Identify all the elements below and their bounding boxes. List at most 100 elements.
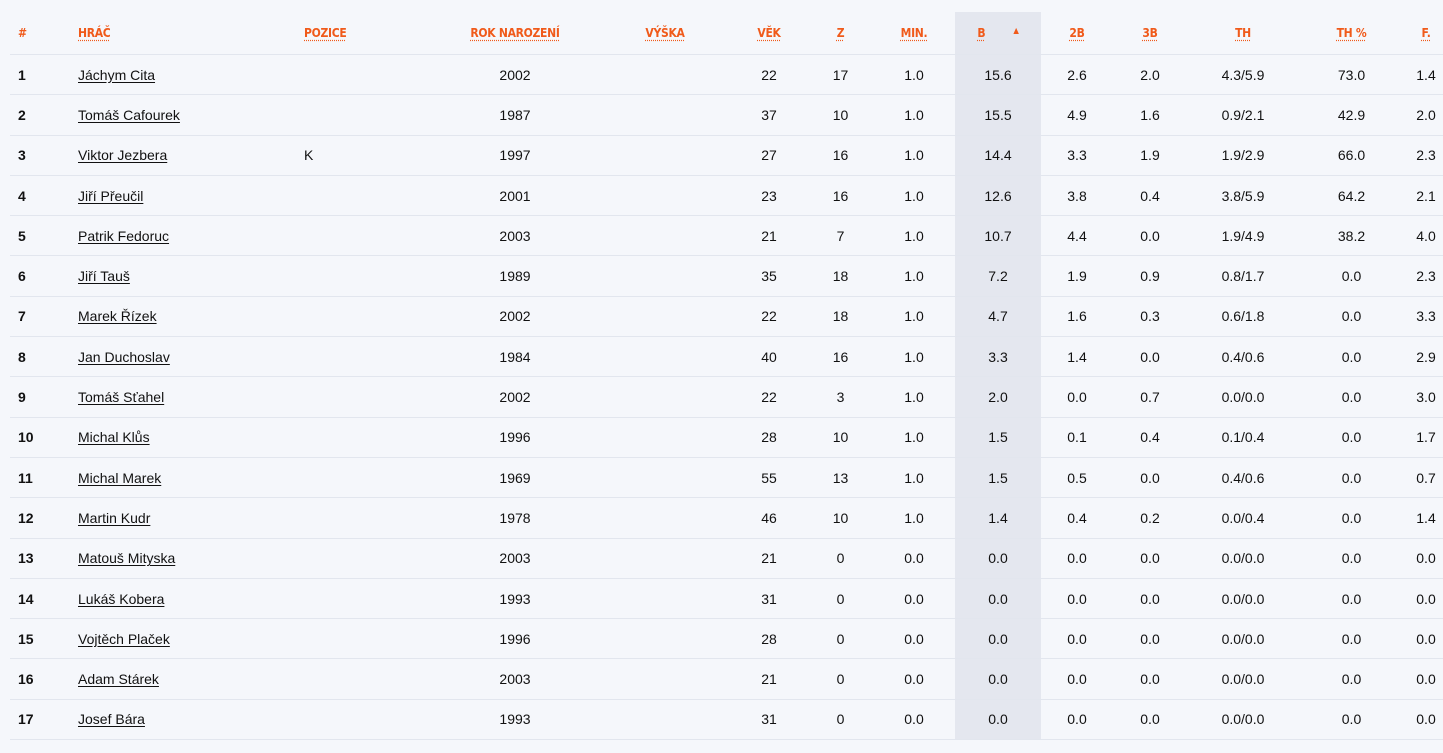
player-link[interactable]: Jiří Přeučil (78, 188, 143, 204)
cell-player: Michal Marek (74, 457, 300, 499)
cell-birth-year: 1978 (430, 497, 600, 539)
cell-position (300, 296, 430, 338)
cell-three-pointers: 0.2 (1113, 497, 1187, 539)
cell-player: Tomáš Cafourek (74, 94, 300, 136)
cell-player: Vojtěch Plaček (74, 618, 300, 660)
player-link[interactable]: Jáchym Cita (78, 67, 155, 83)
cell-position (300, 94, 430, 136)
cell-minutes: 1.0 (873, 255, 955, 297)
column-header-fouls[interactable]: F. (1404, 12, 1443, 55)
cell-position (300, 417, 430, 458)
cell-age: 46 (730, 497, 808, 539)
table-body: 1 Jáchym Cita 2002 22 17 1.0 15.6 2.6 2.0 4.3/5.9… (10, 54, 1443, 741)
cell-free-throws: 0.9/2.1 (1187, 94, 1299, 136)
cell-two-pointers: 2.6 (1041, 54, 1113, 96)
column-header-rank: # (10, 12, 74, 55)
cell-rank: 13 (10, 538, 74, 579)
cell-position (300, 618, 430, 660)
cell-fouls: 0.0 (1404, 538, 1443, 579)
column-header-free-throws[interactable]: TH (1187, 12, 1299, 55)
column-header-three-pointers[interactable]: 3B (1113, 12, 1187, 55)
cell-free-throws: 3.8/5.9 (1187, 175, 1299, 217)
column-header-points[interactable]: B ▲ (955, 12, 1041, 55)
cell-games: 17 (808, 54, 873, 96)
player-stats-table-container: # HRÁČ POZICE ROK NAROZENÍ VÝŠKA VĚK Z M… (10, 12, 1443, 741)
player-link[interactable]: Patrik Fedoruc (78, 228, 169, 244)
cell-games: 13 (808, 457, 873, 499)
column-header-birth-year[interactable]: ROK NAROZENÍ (430, 12, 600, 55)
column-header-minutes[interactable]: MIN. (873, 12, 955, 55)
player-link[interactable]: Tomáš Cafourek (78, 107, 180, 123)
cell-games: 0 (808, 699, 873, 741)
player-link[interactable]: Marek Řízek (78, 308, 157, 324)
cell-free-throw-pct: 42.9 (1299, 94, 1404, 136)
cell-birth-year: 2003 (430, 658, 600, 700)
cell-fouls: 0.0 (1404, 658, 1443, 700)
cell-birth-year: 2003 (430, 215, 600, 257)
table-row: 15 Vojtěch Plaček 1996 28 0 0.0 0.0 0.0 0.0 0.0/0… (10, 618, 1443, 660)
cell-games: 16 (808, 135, 873, 176)
cell-rank: 6 (10, 255, 74, 297)
player-link[interactable]: Lukáš Kobera (78, 591, 164, 607)
table-row: 5 Patrik Fedoruc 2003 21 7 1.0 10.7 4.4 0.0 1.9/4… (10, 215, 1443, 257)
cell-two-pointers: 1.9 (1041, 255, 1113, 297)
cell-height (600, 538, 730, 579)
cell-free-throw-pct: 64.2 (1299, 175, 1404, 217)
player-link[interactable]: Michal Klůs (78, 429, 150, 445)
cell-age: 55 (730, 457, 808, 499)
column-header-age[interactable]: VĚK (730, 12, 808, 55)
cell-age: 22 (730, 296, 808, 338)
cell-minutes: 1.0 (873, 417, 955, 458)
cell-two-pointers: 0.0 (1041, 578, 1113, 620)
table-row: 7 Marek Řízek 2002 22 18 1.0 4.7 1.6 0.3 0.6/1.8 0… (10, 296, 1443, 338)
cell-birth-year: 1996 (430, 417, 600, 458)
cell-points: 0.0 (955, 658, 1041, 700)
column-header-two-pointers[interactable]: 2B (1041, 12, 1113, 55)
cell-games: 18 (808, 296, 873, 338)
player-link[interactable]: Jan Duchoslav (78, 349, 170, 365)
cell-two-pointers: 4.9 (1041, 94, 1113, 136)
cell-birth-year: 1993 (430, 699, 600, 741)
column-header-games[interactable]: Z (808, 12, 873, 55)
player-link[interactable]: Viktor Jezbera (78, 147, 167, 163)
cell-player: Matouš Mityska (74, 538, 300, 579)
player-link[interactable]: Matouš Mityska (78, 550, 175, 566)
cell-free-throw-pct: 0.0 (1299, 336, 1404, 378)
column-header-position[interactable]: POZICE (300, 12, 430, 55)
column-header-player[interactable]: HRÁČ (74, 12, 300, 55)
player-link[interactable]: Vojtěch Plaček (78, 631, 170, 647)
cell-player: Tomáš Sťahel (74, 376, 300, 418)
cell-birth-year: 2002 (430, 54, 600, 96)
player-link[interactable]: Adam Stárek (78, 671, 159, 687)
player-link[interactable]: Michal Marek (78, 470, 161, 486)
cell-height (600, 457, 730, 499)
cell-three-pointers: 0.7 (1113, 376, 1187, 418)
cell-minutes: 1.0 (873, 296, 955, 338)
cell-age: 28 (730, 417, 808, 458)
cell-free-throw-pct: 0.0 (1299, 578, 1404, 620)
cell-player: Jáchym Cita (74, 54, 300, 96)
player-link[interactable]: Josef Bára (78, 711, 145, 727)
cell-position (300, 658, 430, 700)
cell-points: 1.4 (955, 497, 1041, 539)
cell-fouls: 2.1 (1404, 175, 1443, 217)
cell-three-pointers: 0.9 (1113, 255, 1187, 297)
cell-games: 0 (808, 658, 873, 700)
player-link[interactable]: Jiří Tauš (78, 268, 130, 284)
cell-free-throw-pct: 38.2 (1299, 215, 1404, 257)
table-header-row: # HRÁČ POZICE ROK NAROZENÍ VÝŠKA VĚK Z M… (10, 12, 1443, 55)
player-link[interactable]: Tomáš Sťahel (78, 389, 164, 405)
column-header-free-throw-pct[interactable]: TH % (1299, 12, 1404, 55)
table-row: 11 Michal Marek 1969 55 13 1.0 1.5 0.5 0.0 0.4/0.… (10, 457, 1443, 499)
cell-games: 16 (808, 336, 873, 378)
player-link[interactable]: Martin Kudr (78, 510, 150, 526)
cell-fouls: 1.4 (1404, 54, 1443, 96)
cell-minutes: 1.0 (873, 457, 955, 499)
cell-three-pointers: 1.9 (1113, 135, 1187, 176)
cell-three-pointers: 0.0 (1113, 699, 1187, 741)
cell-player: Jiří Tauš (74, 255, 300, 297)
cell-age: 35 (730, 255, 808, 297)
column-header-height[interactable]: VÝŠKA (600, 12, 730, 55)
table-row: 3 Viktor Jezbera K 1997 27 16 1.0 14.4 3.3 1.9 1.9… (10, 135, 1443, 176)
table-row: 4 Jiří Přeučil 2001 23 16 1.0 12.6 3.8 0.4 3.8/5.… (10, 175, 1443, 217)
